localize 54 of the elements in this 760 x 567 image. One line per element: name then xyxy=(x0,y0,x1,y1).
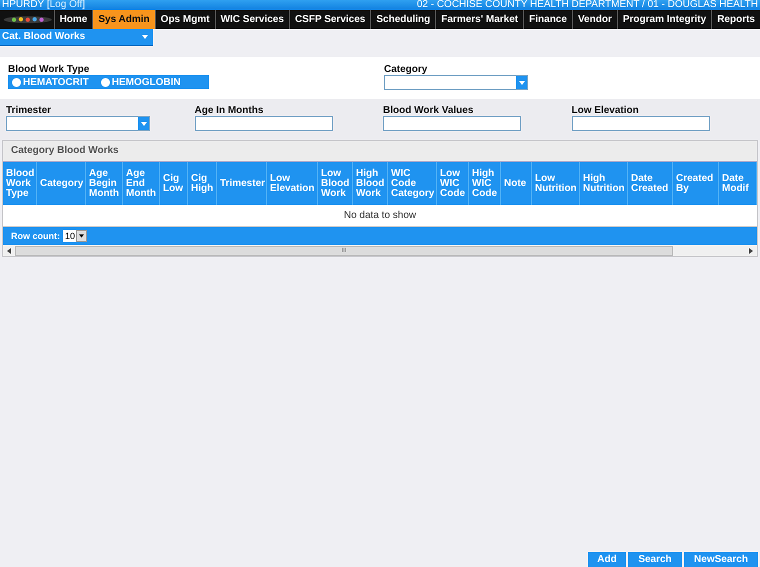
category-select[interactable] xyxy=(384,75,528,90)
column-header[interactable]: WIC Code Category xyxy=(388,162,437,205)
grid-title: Category Blood Works xyxy=(3,141,757,162)
scroll-left-icon[interactable] xyxy=(7,248,11,254)
column-header[interactable]: Category xyxy=(37,162,86,205)
field-label: Trimester xyxy=(6,105,52,116)
column-header[interactable]: Trimester xyxy=(217,162,267,205)
column-header[interactable]: Low Blood Work xyxy=(318,162,353,205)
agency-label: 02 - COCHISE COUNTY HEALTH DEPARTMENT / 01 - DOUGLAS HEALTH xyxy=(416,0,758,10)
empty-message: No data to show xyxy=(344,210,416,221)
column-header[interactable]: Created By xyxy=(673,162,719,205)
column-header[interactable]: Low Elevation xyxy=(267,162,318,205)
input-field[interactable] xyxy=(572,116,710,131)
field-label: Age In Months xyxy=(194,105,264,116)
row-count-select[interactable]: 10 xyxy=(63,230,88,242)
bracket: [ xyxy=(46,0,50,10)
column-header[interactable]: Blood Work Type xyxy=(3,162,37,205)
column-header[interactable]: High Nutrition xyxy=(580,162,628,205)
caret-icon xyxy=(142,35,148,39)
field-label: Blood Work Type xyxy=(8,64,90,75)
row-count-label: Row count: xyxy=(11,231,60,241)
column-header[interactable]: Low Nutrition xyxy=(532,162,580,205)
bracket: ] xyxy=(82,0,86,10)
field-label: Category xyxy=(384,64,428,75)
logoff-link[interactable]: Log Off xyxy=(50,0,82,10)
caret-icon xyxy=(518,80,524,84)
action-button[interactable]: Search xyxy=(628,552,682,567)
action-button[interactable]: NewSearch xyxy=(684,552,758,567)
nav-tab[interactable]: Sys Admin xyxy=(92,10,155,29)
caret-icon xyxy=(79,234,84,238)
column-header[interactable]: Note xyxy=(501,162,532,205)
field-label: Blood Work Values xyxy=(383,105,474,116)
column-header[interactable]: Age Begin Month xyxy=(86,162,123,205)
user-name: HPURDY xyxy=(2,0,44,10)
column-header[interactable]: Age End Month xyxy=(123,162,160,205)
page-menu-dropdown[interactable]: Cat. Blood Works xyxy=(0,29,153,45)
column-header[interactable]: Date Modif xyxy=(719,162,757,205)
radio-option[interactable]: HEMOGLOBIN xyxy=(100,76,181,88)
column-header[interactable]: Low WIC Code xyxy=(437,162,469,205)
column-header[interactable]: Cig High xyxy=(188,162,217,205)
radio-icon[interactable] xyxy=(12,78,21,86)
radio-option[interactable]: HEMATOCRIT xyxy=(12,76,89,88)
caret-icon xyxy=(140,122,146,126)
column-header[interactable]: Cig Low xyxy=(160,162,188,205)
column-header[interactable]: High Blood Work xyxy=(353,162,388,205)
input-field[interactable] xyxy=(383,116,521,131)
column-header[interactable]: High WIC Code xyxy=(469,162,501,205)
scroll-right-icon[interactable] xyxy=(749,248,753,254)
field-label: Low Elevation xyxy=(572,105,640,116)
column-header[interactable]: Date Created xyxy=(628,162,673,205)
trimester-select[interactable] xyxy=(6,116,150,131)
radio-icon[interactable] xyxy=(100,78,110,86)
action-button[interactable]: Add xyxy=(588,552,626,567)
input-field[interactable] xyxy=(194,116,332,131)
